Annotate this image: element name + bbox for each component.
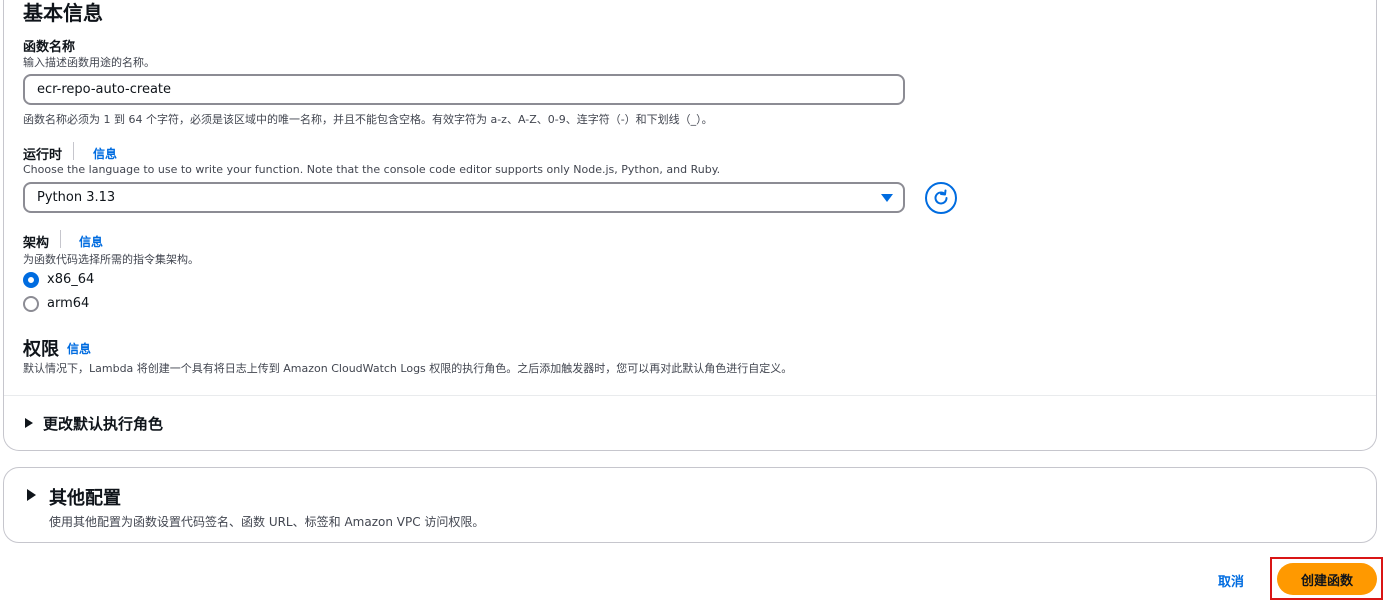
basic-info-card [3, 0, 1377, 451]
architecture-description: 为函数代码选择所需的指令集架构。 [23, 253, 199, 266]
function-name-constraint: 函数名称必须为 1 到 64 个字符，必须是该区域中的唯一名称，并且不能包含空格… [23, 113, 713, 126]
permissions-title: 权限 [23, 339, 59, 360]
permissions-info-link[interactable]: 信息 [67, 340, 91, 357]
runtime-label: 运行时 [23, 148, 63, 163]
runtime-description: Choose the language to use to write your… [23, 163, 721, 176]
caret-down-icon [881, 194, 893, 202]
runtime-divider [73, 142, 74, 160]
cancel-button[interactable]: 取消 [1218, 571, 1244, 590]
function-name-label: 函数名称 [23, 40, 76, 55]
radio-x86-64-label[interactable]: x86_64 [47, 272, 94, 287]
radio-arm64-label[interactable]: arm64 [47, 296, 89, 311]
caret-right-icon[interactable] [25, 418, 33, 428]
runtime-select[interactable]: Python 3.13 [23, 182, 905, 213]
section-divider [4, 395, 1376, 396]
caret-right-icon[interactable] [27, 489, 36, 501]
runtime-info-link[interactable]: 信息 [93, 145, 117, 162]
architecture-info-link[interactable]: 信息 [79, 233, 103, 250]
permissions-description: 默认情况下，Lambda 将创建一个具有将日志上传到 Amazon CloudW… [23, 362, 793, 375]
basic-info-title: 基本信息 [23, 1, 103, 25]
other-config-description: 使用其他配置为函数设置代码签名、函数 URL、标签和 Amazon VPC 访问… [49, 515, 485, 529]
other-config-card [3, 467, 1377, 543]
function-name-input[interactable] [23, 74, 905, 105]
create-function-button[interactable]: 创建函数 [1277, 563, 1377, 595]
change-default-role-expander[interactable]: 更改默认执行角色 [43, 413, 163, 434]
radio-arm64[interactable] [23, 296, 39, 312]
architecture-label: 架构 [23, 236, 50, 251]
function-name-description: 输入描述函数用途的名称。 [23, 56, 155, 69]
architecture-divider [60, 230, 61, 248]
refresh-icon [934, 189, 948, 205]
radio-x86-64[interactable] [23, 272, 39, 288]
runtime-selected-value: Python 3.13 [37, 190, 116, 205]
other-config-expander[interactable]: 其他配置 [49, 484, 121, 510]
refresh-runtime-button[interactable] [925, 182, 957, 214]
